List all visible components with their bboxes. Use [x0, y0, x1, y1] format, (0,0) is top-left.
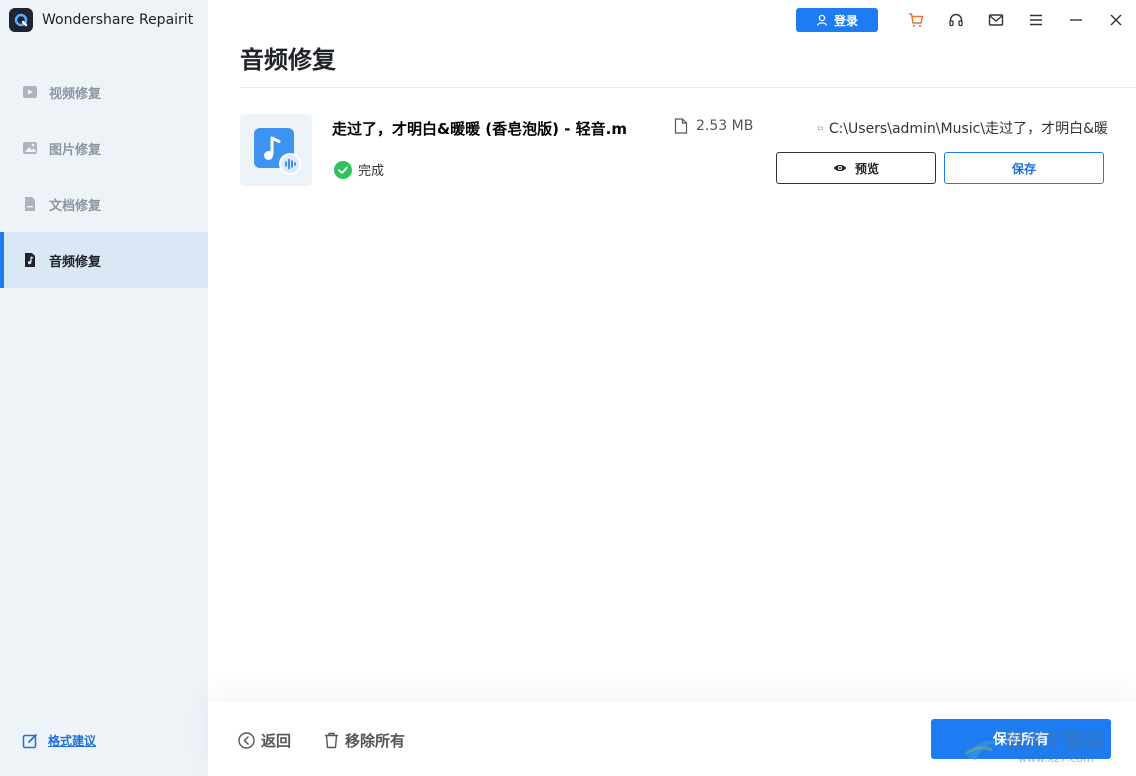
menu-icon — [1030, 14, 1042, 26]
support-button[interactable] — [936, 8, 976, 32]
sidebar-item-label: 视频修复 — [49, 86, 102, 102]
sidebar-nav: 视频修复 图片修复 文档修复 音频修复 — [0, 64, 208, 288]
format-suggestion-label: 格式建议 — [48, 734, 97, 748]
file-size: 2.53 MB — [674, 118, 753, 134]
save-all-button[interactable]: 保存所有 — [931, 719, 1111, 759]
sidebar-item-audio-repair[interactable]: 音频修复 — [0, 232, 208, 288]
close-button[interactable] — [1096, 8, 1136, 32]
menu-button[interactable] — [1016, 8, 1056, 32]
status: 完成 — [334, 160, 384, 179]
save-label: 保存 — [1011, 161, 1036, 176]
image-icon — [23, 142, 37, 154]
sidebar-item-image-repair[interactable]: 图片修复 — [0, 120, 208, 176]
remove-all-label: 移除所有 — [345, 732, 406, 750]
minimize-icon — [1070, 19, 1082, 21]
file-name: 走过了，才明白&暖暖 (香皂泡版) - 轻音.m — [332, 120, 628, 138]
divider — [240, 87, 1136, 88]
headset-icon — [949, 13, 963, 27]
mail-button[interactable] — [976, 8, 1016, 32]
video-icon — [23, 86, 37, 98]
sidebar: Wondershare Repairit 视频修复 图片修复 文档修复 音频修复… — [0, 0, 208, 776]
save-all-label: 保存所有 — [993, 732, 1049, 748]
back-arrow-icon — [238, 732, 255, 749]
audio-file-icon — [254, 128, 301, 175]
login-button[interactable]: 登录 — [796, 8, 878, 32]
title-bar: 登录 — [796, 8, 1136, 32]
audio-file-thumbnail — [240, 114, 312, 186]
preview-label: 预览 — [854, 161, 879, 176]
sidebar-item-video-repair[interactable]: 视频修复 — [0, 64, 208, 120]
format-suggestion-link[interactable]: 格式建议 — [22, 732, 96, 749]
app-logo-icon — [9, 8, 33, 32]
file-path: C:\Users\admin\Music\走过了，才明白&暖 — [818, 118, 1108, 138]
mail-icon — [988, 14, 1004, 26]
close-icon — [1110, 14, 1122, 26]
file-item: 走过了，才明白&暖暖 (香皂泡版) - 轻音.m 2.53 MB C:\User… — [240, 114, 1136, 194]
check-circle-icon — [334, 160, 352, 179]
back-label: 返回 — [261, 732, 292, 750]
eye-icon — [833, 165, 846, 171]
music-icon — [25, 253, 35, 267]
file-icon — [674, 118, 688, 134]
sidebar-item-label: 音频修复 — [49, 254, 102, 270]
file-path-value: C:\Users\admin\Music\走过了，才明白&暖 — [828, 121, 1108, 137]
remove-all-button[interactable]: 移除所有 — [324, 730, 405, 751]
save-button[interactable]: 保存 — [944, 152, 1104, 184]
sidebar-item-label: 文档修复 — [49, 198, 102, 214]
brand: Wondershare Repairit — [9, 8, 193, 32]
document-icon — [25, 197, 35, 211]
status-label: 完成 — [358, 164, 385, 179]
page-title: 音频修复 — [240, 46, 336, 74]
cart-button[interactable] — [896, 8, 936, 32]
app-name: Wondershare Repairit — [42, 12, 194, 28]
minimize-button[interactable] — [1056, 8, 1096, 32]
preview-button[interactable]: 预览 — [776, 152, 936, 184]
login-label: 登录 — [833, 13, 858, 28]
cart-icon — [909, 13, 924, 27]
folder-icon — [818, 126, 823, 130]
back-button[interactable]: 返回 — [238, 730, 291, 751]
user-icon — [816, 14, 828, 26]
file-size-value: 2.53 MB — [696, 118, 754, 134]
edit-icon — [22, 733, 37, 748]
sidebar-item-document-repair[interactable]: 文档修复 — [0, 176, 208, 232]
trash-icon — [325, 732, 338, 749]
sidebar-item-label: 图片修复 — [49, 142, 102, 158]
footer-bar: 返回 移除所有 保存所有 — [208, 702, 1136, 776]
